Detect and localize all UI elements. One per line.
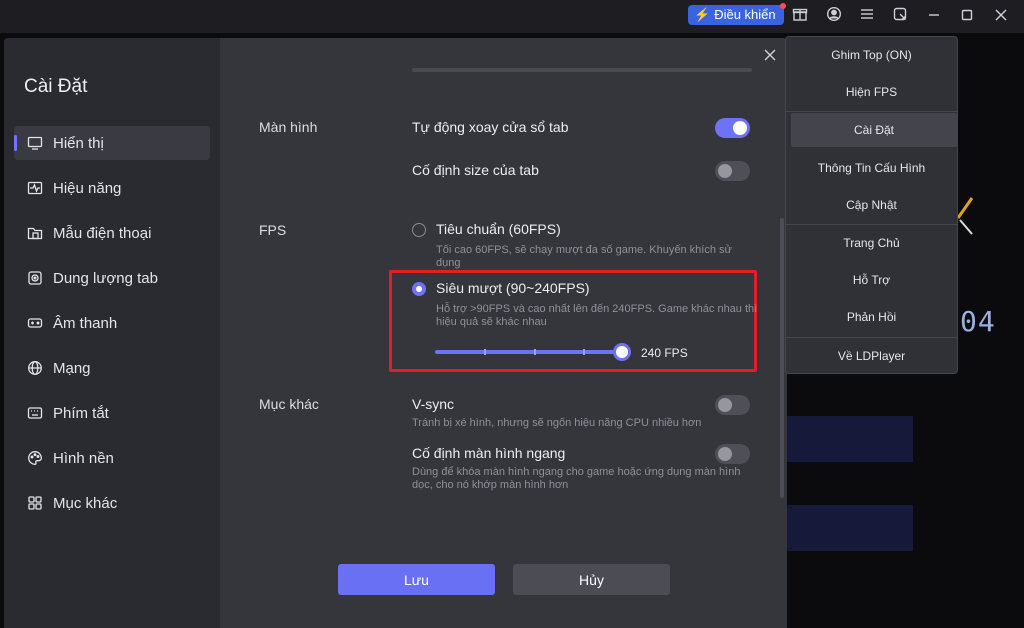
- nav-item-label: Mẫu điện thoại: [53, 224, 152, 242]
- menu-icon[interactable]: [857, 6, 877, 26]
- settings-title: Cài Đặt: [24, 76, 88, 97]
- landscape-label: Cố định màn hình ngang: [412, 445, 566, 461]
- nav-item-label: Mạng: [53, 359, 91, 377]
- background-panel: [787, 416, 913, 462]
- slider-tick: [583, 349, 585, 355]
- maximize-icon[interactable]: [957, 6, 977, 26]
- nav-item-phone-model[interactable]: Mẫu điện thoại: [14, 216, 210, 250]
- control-button-label: Điều khiển: [714, 7, 776, 22]
- fps-smooth-radio[interactable]: [412, 282, 426, 296]
- settings-dialog: Cài Đặt Hiển thị Hiệu năng Mẫu điện thoạ…: [4, 38, 787, 628]
- gamepad-icon: [26, 314, 44, 332]
- slider-tick: [484, 349, 486, 355]
- fps-standard-desc: Tối cao 60FPS, sẽ chạy mượt đa số game. …: [436, 244, 732, 269]
- section-label-screen: Màn hình: [259, 119, 318, 135]
- nav-item-label: Hiển thị: [53, 134, 104, 152]
- menu-item-home[interactable]: Trang Chủ: [786, 226, 957, 260]
- background-number: 04: [960, 305, 996, 338]
- menu-item-update[interactable]: Cập Nhật: [786, 188, 957, 222]
- auto-rotate-label: Tự động xoay cửa sổ tab: [412, 119, 569, 135]
- menu-item-feedback[interactable]: Phản Hồi: [786, 300, 957, 334]
- user-icon[interactable]: [824, 6, 844, 26]
- toggle-knob: [718, 398, 732, 412]
- grid-icon: [26, 494, 44, 512]
- landscape-desc: Dùng để khóa màn hình ngang cho game hoặ…: [412, 466, 741, 491]
- nav-item-label: Phím tắt: [53, 404, 109, 422]
- folder-phone-icon: [26, 224, 44, 242]
- menu-item-show-fps[interactable]: Hiện FPS: [786, 75, 957, 109]
- cancel-button[interactable]: Hủy: [513, 564, 670, 595]
- nav-item-shortcuts[interactable]: Phím tắt: [14, 396, 210, 430]
- vsync-label: V-sync: [412, 396, 455, 412]
- vsync-desc: Tránh bị xé hình, nhưng sẽ ngốn hiệu năn…: [412, 417, 702, 429]
- fps-standard-label[interactable]: Tiêu chuẩn (60FPS): [436, 221, 561, 237]
- menu-divider: [786, 224, 957, 225]
- menu-item-system-info[interactable]: Thông Tin Cấu Hình: [786, 151, 957, 185]
- fps-smooth-label[interactable]: Siêu mượt (90~240FPS): [436, 280, 590, 296]
- auto-rotate-toggle[interactable]: [715, 118, 750, 138]
- save-button[interactable]: Lưu: [338, 564, 495, 595]
- nav-item-wallpaper[interactable]: Hình nền: [14, 441, 210, 475]
- fixed-size-toggle[interactable]: [715, 161, 750, 181]
- menu-divider: [786, 111, 957, 112]
- toggle-knob: [718, 164, 732, 178]
- nav-item-performance[interactable]: Hiệu năng: [14, 171, 210, 205]
- content-scrollbar[interactable]: [780, 218, 784, 498]
- globe-icon: [26, 359, 44, 377]
- close-icon[interactable]: [991, 6, 1011, 26]
- nav-item-label: Mục khác: [53, 494, 118, 512]
- nav-item-label: Hình nền: [53, 449, 114, 467]
- slider-tick: [534, 349, 536, 355]
- toggle-knob: [718, 447, 732, 461]
- fps-standard-radio[interactable]: [412, 223, 426, 237]
- nav-item-label: Dung lượng tab: [53, 269, 158, 287]
- fps-slider-value: 240 FPS: [641, 346, 688, 360]
- notification-dot: [779, 3, 786, 9]
- menu-item-settings[interactable]: Cài Đặt: [791, 113, 957, 147]
- dialog-close-icon[interactable]: [761, 46, 779, 64]
- keyboard-icon: [26, 404, 44, 422]
- fps-slider-thumb[interactable]: [613, 343, 631, 361]
- background-panel: [787, 505, 913, 551]
- control-button[interactable]: ⚡ Điều khiển: [688, 3, 786, 25]
- palette-icon: [26, 449, 44, 467]
- storage-icon: [26, 269, 44, 287]
- lightning-icon: ⚡: [694, 7, 711, 22]
- menu-divider: [786, 337, 957, 338]
- settings-sidebar: Cài Đặt Hiển thị Hiệu năng Mẫu điện thoạ…: [4, 38, 220, 628]
- minimize-icon[interactable]: [924, 6, 944, 26]
- title-bar: ⚡ Điều khiển: [0, 0, 1024, 33]
- nav-item-tab-storage[interactable]: Dung lượng tab: [14, 261, 210, 295]
- section-label-other: Mục khác: [259, 396, 319, 412]
- gift-icon[interactable]: [790, 6, 810, 26]
- nav-item-label: Hiệu năng: [53, 179, 122, 197]
- fps-slider-track[interactable]: [435, 350, 623, 354]
- toggle-knob: [733, 121, 747, 135]
- landscape-toggle[interactable]: [715, 444, 750, 464]
- resize-icon[interactable]: [890, 6, 910, 26]
- pulse-icon: [26, 179, 44, 197]
- menu-item-pin-top[interactable]: Ghim Top (ON): [786, 38, 957, 72]
- section-divider: [412, 68, 752, 72]
- nav-item-display[interactable]: Hiển thị: [14, 126, 210, 160]
- nav-item-label: Âm thanh: [53, 314, 118, 332]
- menu-item-about[interactable]: Về LDPlayer: [786, 339, 957, 373]
- nav-item-other[interactable]: Mục khác: [14, 486, 210, 520]
- fps-smooth-desc: Hỗ trợ >90FPS và cao nhất lên đến 240FPS…: [436, 303, 758, 328]
- section-label-fps: FPS: [259, 222, 287, 238]
- fixed-size-label: Cố định size của tab: [412, 162, 539, 178]
- menu-item-support[interactable]: Hỗ Trợ: [786, 263, 957, 297]
- monitor-icon: [26, 134, 44, 152]
- vsync-toggle[interactable]: [715, 395, 750, 415]
- nav-item-sound[interactable]: Âm thanh: [14, 306, 210, 340]
- main-menu-dropdown: Ghim Top (ON) Hiện FPS Cài Đặt Thông Tin…: [785, 36, 958, 374]
- nav-item-network[interactable]: Mạng: [14, 351, 210, 385]
